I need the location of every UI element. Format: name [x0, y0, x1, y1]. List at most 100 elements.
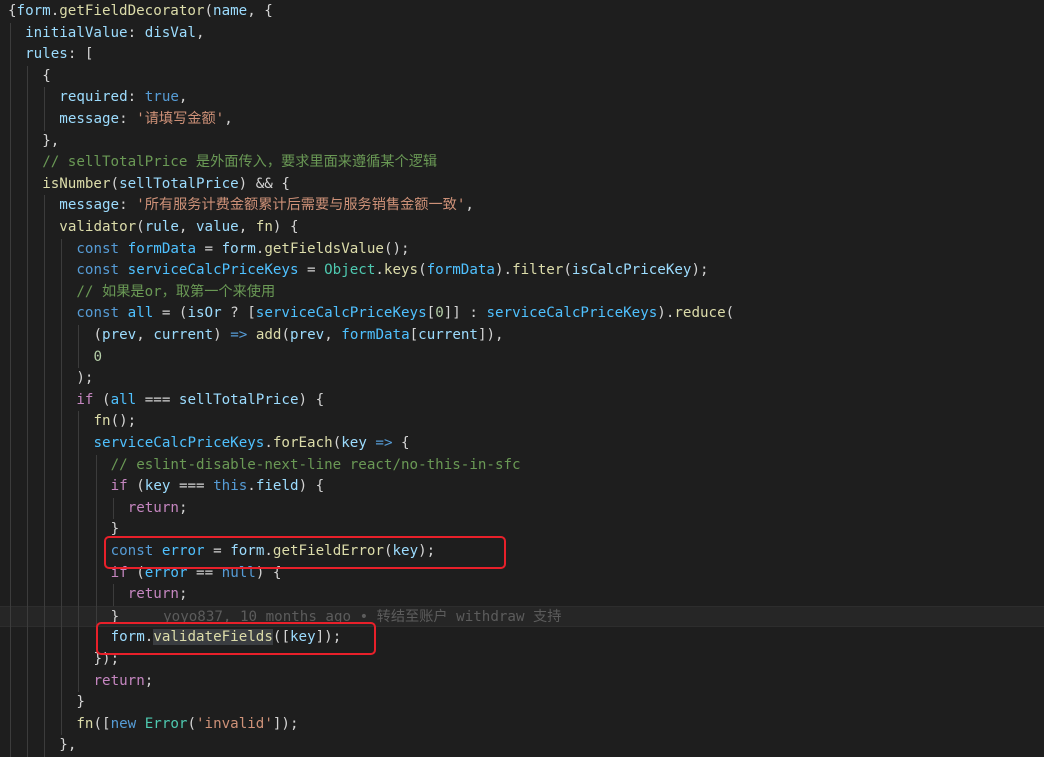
indent-guide [61, 562, 63, 585]
code-line[interactable]: serviceCalcPriceKeys.forEach(key => { [0, 433, 1044, 455]
code-token: return [127, 499, 179, 516]
code-line[interactable]: return; [0, 498, 1044, 520]
code-token: . [264, 543, 273, 559]
indent-guide [10, 22, 11, 45]
code-line[interactable]: ); [0, 368, 1044, 390]
indent-guide [44, 627, 46, 649]
indent-guide [61, 346, 63, 369]
code-token: '请填写金额' [136, 111, 225, 127]
indent-guide [44, 454, 46, 477]
indent-guide [27, 713, 29, 736]
code-token: prev [102, 327, 137, 343]
code-line[interactable]: if (key === this.field) { [0, 476, 1044, 498]
indent-guide [44, 411, 46, 433]
code-token: ( [136, 219, 145, 235]
indent-guide [61, 497, 63, 520]
code-token: : [119, 197, 137, 214]
code-line[interactable]: const formData = form.getFieldsValue(); [0, 239, 1044, 261]
indent-guide [44, 649, 46, 671]
indent-guide [78, 519, 80, 541]
indent-guide [61, 454, 63, 477]
code-line[interactable]: // 如果是or，取第一个来使用 [0, 282, 1044, 304]
code-token: 0 [435, 305, 444, 322]
indent-guide [27, 368, 29, 390]
code-line[interactable]: { [0, 66, 1044, 88]
code-token: isOr [187, 305, 222, 322]
code-token: ( [725, 305, 735, 322]
code-token: . [247, 478, 256, 495]
code-token: error [144, 564, 188, 581]
code-line[interactable]: // eslint-disable-next-line react/no-thi… [0, 455, 1044, 477]
code-token: ( [281, 327, 291, 343]
indent-guide [44, 713, 46, 736]
indent-guide [44, 670, 46, 693]
indent-guide [61, 627, 63, 649]
code-line[interactable]: } [0, 519, 1044, 541]
code-token: form [16, 3, 51, 19]
code-line[interactable]: return; [0, 584, 1044, 606]
code-token: = [196, 240, 222, 257]
code-line[interactable]: form.validateFields([key]); [0, 627, 1044, 649]
indent-guide [10, 260, 11, 282]
code-token: fn [255, 219, 273, 235]
code-editor[interactable]: {form.getFieldDecorator(name, {initialVa… [0, 0, 1044, 757]
code-line[interactable]: }); [0, 649, 1044, 671]
indent-guide [61, 692, 63, 714]
indent-guide [44, 303, 46, 325]
code-line[interactable]: }, [0, 131, 1044, 153]
indent-guide [61, 605, 63, 628]
code-token: }, [59, 737, 77, 754]
code-line[interactable]: const all = (isOr ? [serviceCalcPriceKey… [0, 303, 1044, 325]
code-line[interactable]: fn(); [0, 411, 1044, 433]
code-line[interactable]: message: '请填写金额', [0, 109, 1044, 131]
code-line[interactable]: 0 [0, 347, 1044, 369]
indent-guide [61, 476, 63, 498]
indent-guide [44, 584, 46, 606]
code-token: null [221, 564, 256, 581]
indent-guide [44, 519, 46, 541]
code-token: : [119, 111, 137, 127]
git-blame-annotation: yoyo837, 10 months ago • 转结至账户 withdraw … [163, 608, 562, 625]
indent-guide [95, 605, 97, 628]
indent-guide [27, 476, 29, 498]
code-line[interactable]: const serviceCalcPriceKeys = Object.keys… [0, 260, 1044, 282]
code-line[interactable]: required: true, [0, 87, 1044, 109]
indent-guide [44, 281, 46, 304]
code-token: formData [127, 240, 196, 257]
code-token: return [93, 672, 145, 689]
code-token: prev [290, 327, 325, 343]
code-line[interactable]: initialValue: disVal, [0, 23, 1044, 45]
code-line[interactable]: // sellTotalPrice 是外面传入，要求里面来遵循某个逻辑 [0, 152, 1044, 174]
code-line[interactable]: }, [0, 735, 1044, 757]
indent-guide [61, 325, 63, 347]
code-line[interactable]: fn([new Error('invalid']); [0, 714, 1044, 736]
code-token: ); [691, 262, 709, 279]
code-line[interactable]: if (all === sellTotalPrice) { [0, 390, 1044, 412]
code-token: . [50, 3, 60, 19]
indent-guide [61, 670, 63, 693]
indent-guide [61, 649, 63, 671]
indent-guide [44, 692, 46, 714]
indent-guide [27, 649, 29, 671]
code-token: sellTotalPrice [178, 391, 299, 408]
code-line[interactable]: {form.getFieldDecorator(name, { [0, 1, 1044, 23]
indent-guide [10, 238, 11, 261]
code-line[interactable]: isNumber(sellTotalPrice) && { [0, 174, 1044, 196]
code-token: ? [ [221, 305, 256, 322]
code-line[interactable]: } yoyo837, 10 months ago • 转结至账户 withdraw… [0, 605, 1044, 628]
indent-guide [27, 411, 29, 433]
code-line[interactable]: rules: [ [0, 44, 1044, 66]
code-token: fn [93, 413, 111, 430]
code-line[interactable]: if (error == null) { [0, 563, 1044, 585]
indent-guide [27, 303, 29, 325]
indent-guide [95, 562, 97, 585]
code-token: rules [25, 46, 68, 63]
code-token: add [255, 327, 282, 343]
code-line[interactable]: } [0, 692, 1044, 714]
code-line[interactable]: validator(rule, value, fn) { [0, 217, 1044, 239]
code-line[interactable]: const error = form.getFieldError(key); [0, 541, 1044, 563]
code-line[interactable]: return; [0, 671, 1044, 693]
code-line[interactable]: (prev, current) => add(prev, formData[cu… [0, 325, 1044, 347]
code-line[interactable]: message: '所有服务计费金额累计后需要与服务销售金额一致', [0, 195, 1044, 217]
